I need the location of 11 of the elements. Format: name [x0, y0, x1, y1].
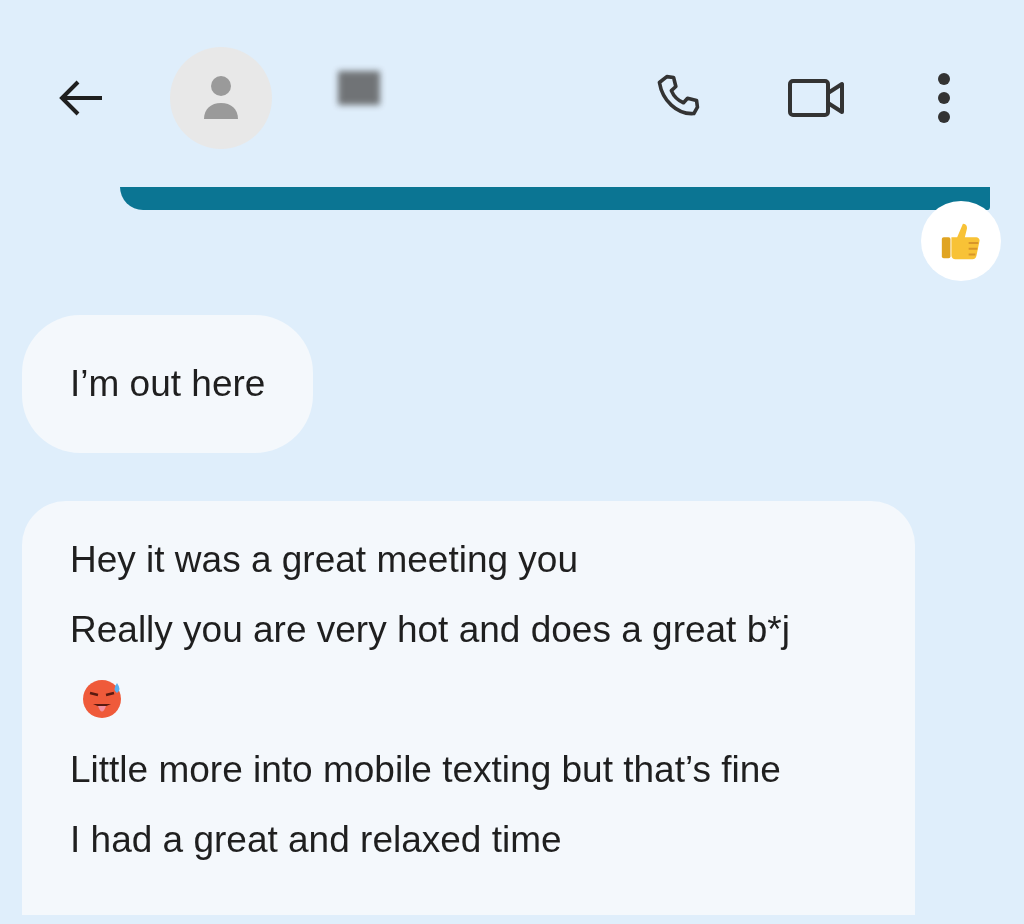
message-text: Really you are very hot and does a great b*j [70, 595, 815, 735]
message-text: Hey it was a great meeting you [70, 538, 579, 582]
more-options-icon[interactable] [936, 71, 952, 124]
video-call-icon[interactable] [788, 77, 846, 118]
sent-message-bubble[interactable] [120, 187, 990, 210]
message-text: Little more into mobile texting but that’s fine [70, 748, 782, 792]
received-message-bubble[interactable]: I’m out here [22, 315, 314, 453]
message-text: I had a great and relaxed time [70, 818, 563, 862]
person-icon [203, 74, 239, 121]
message-text: I’m out here [70, 362, 266, 406]
received-message-bubble[interactable]: Hey it was a great meeting you Really you are very hot and does a great b*j Little more into mobile texting but that’s fine I had a great and relaxed time [22, 501, 915, 915]
